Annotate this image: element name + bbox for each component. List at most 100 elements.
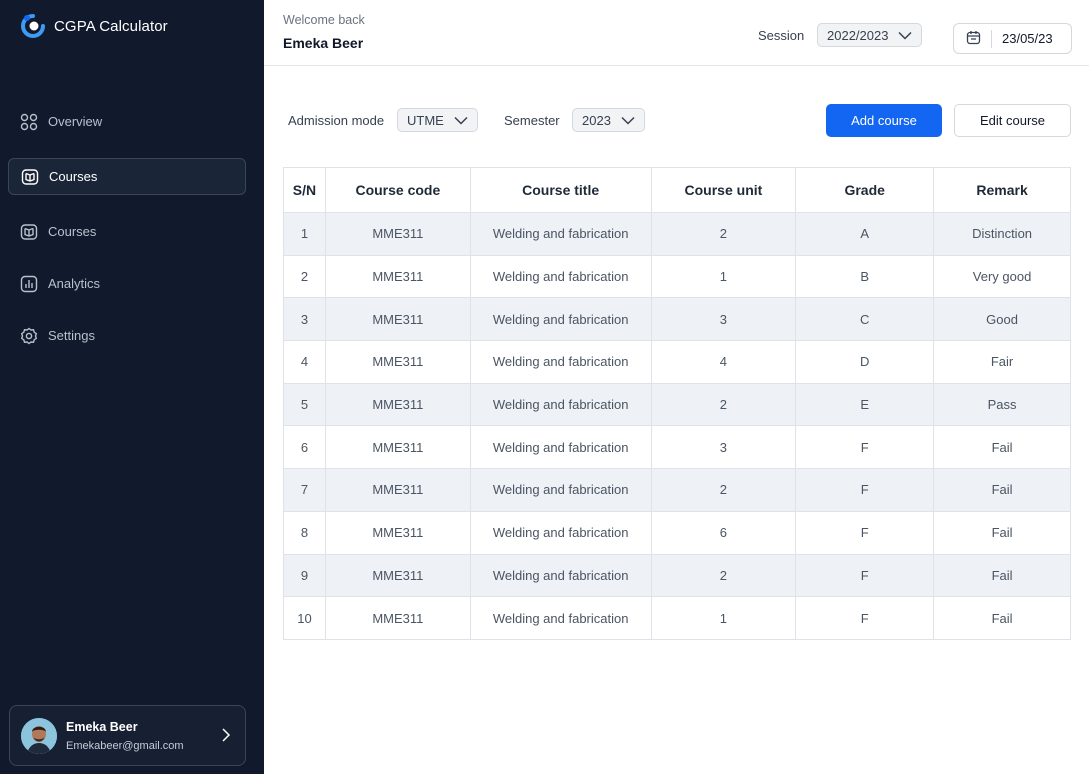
- sidebar-item-label: Courses: [49, 169, 98, 184]
- cell-remark: Very good: [933, 254, 1071, 299]
- cell-course-title: Welding and fabrication: [469, 297, 652, 342]
- cell-sn: 7: [283, 468, 326, 512]
- cell-course-unit: 2: [650, 212, 797, 256]
- table-row[interactable]: 3 MME311 Welding and fabrication 3 C Good: [283, 297, 1071, 342]
- sidebar-item-label: Settings: [48, 328, 95, 343]
- cell-course-title: Welding and fabrication: [469, 553, 652, 598]
- date-value: 23/05/23: [1002, 31, 1053, 46]
- cell-course-unit: 6: [650, 510, 797, 555]
- cell-course-code: MME311: [324, 425, 471, 470]
- cell-course-unit: 1: [650, 254, 797, 299]
- sidebar-item-courses[interactable]: Courses: [8, 213, 246, 250]
- cell-remark: Fail: [933, 425, 1071, 470]
- session-select[interactable]: 2022/2023: [817, 23, 923, 47]
- gear-icon: [20, 327, 38, 345]
- cell-sn: 6: [283, 425, 326, 470]
- user-email: Emekabeer@gmail.com: [66, 739, 184, 752]
- cell-grade: E: [795, 382, 935, 427]
- avatar: [21, 717, 57, 754]
- cell-grade: A: [795, 212, 935, 256]
- table-row[interactable]: 9 MME311 Welding and fabrication 2 F Fail: [283, 553, 1071, 598]
- table-row[interactable]: 5 MME311 Welding and fabrication 2 E Pass: [283, 382, 1071, 427]
- date-picker[interactable]: 23/05/23: [953, 23, 1072, 54]
- semester-value: 2023: [582, 112, 611, 128]
- chevron-down-icon: [454, 113, 468, 128]
- courses-table: S/N Course code Course title Course unit…: [283, 167, 1071, 640]
- chevron-down-icon: [898, 28, 912, 43]
- cell-grade: F: [795, 468, 935, 512]
- session-value: 2022/2023: [827, 27, 889, 43]
- cell-sn: 2: [283, 254, 326, 299]
- cell-course-title: Welding and fabrication: [469, 254, 652, 299]
- cell-course-unit: 3: [650, 297, 797, 342]
- cell-grade: F: [795, 553, 935, 598]
- cell-course-code: MME311: [324, 254, 471, 299]
- add-course-button[interactable]: Add course: [826, 104, 942, 137]
- edit-course-button[interactable]: Edit course: [954, 104, 1071, 137]
- calendar-icon: [966, 30, 981, 48]
- chevron-down-icon: [621, 113, 635, 128]
- cell-sn: 4: [283, 340, 326, 384]
- admission-mode-select[interactable]: UTME: [397, 108, 478, 132]
- sidebar: CGPA Calculator Overview Courses Courses: [0, 0, 264, 774]
- cell-remark: Fair: [933, 340, 1071, 384]
- cell-course-code: MME311: [324, 553, 471, 598]
- session-label: Session: [758, 28, 805, 43]
- cell-remark: Fail: [933, 553, 1071, 598]
- semester-select[interactable]: 2023: [572, 108, 645, 132]
- table-row[interactable]: 1 MME311 Welding and fabrication 2 A Distinct…: [283, 212, 1071, 256]
- cell-course-code: MME311: [324, 596, 471, 640]
- cell-course-title: Welding and fabrication: [469, 340, 652, 384]
- cell-course-unit: 2: [650, 553, 797, 598]
- table-row[interactable]: 4 MME311 Welding and fabrication 4 D Fair: [283, 340, 1071, 384]
- cell-course-code: MME311: [324, 382, 471, 427]
- column-header: Course code: [324, 167, 471, 213]
- cell-course-title: Welding and fabrication: [469, 468, 652, 512]
- cell-grade: C: [795, 297, 935, 342]
- cell-sn: 10: [283, 596, 326, 640]
- column-header: Course title: [469, 167, 652, 213]
- app-logo[interactable]: CGPA Calculator: [20, 13, 168, 39]
- table-row[interactable]: 7 MME311 Welding and fabrication 2 F Fail: [283, 468, 1071, 512]
- cell-course-title: Welding and fabrication: [469, 425, 652, 470]
- cell-sn: 3: [283, 297, 326, 342]
- cell-course-unit: 1: [650, 596, 797, 640]
- cell-grade: D: [795, 340, 935, 384]
- cell-sn: 9: [283, 553, 326, 598]
- column-header: Grade: [795, 167, 935, 213]
- cell-remark: Fail: [933, 510, 1071, 555]
- table-row[interactable]: 2 MME311 Welding and fabrication 1 B Very goo…: [283, 254, 1071, 299]
- app-title: CGPA Calculator: [54, 17, 168, 35]
- semester-label: Semester: [504, 113, 560, 128]
- cell-course-title: Welding and fabrication: [469, 510, 652, 555]
- column-header: Remark: [933, 167, 1071, 213]
- table-row[interactable]: 6 MME311 Welding and fabrication 3 F Fail: [283, 425, 1071, 470]
- cell-remark: Fail: [933, 596, 1071, 640]
- book-icon: [21, 168, 39, 186]
- sidebar-item-analytics[interactable]: Analytics: [8, 265, 246, 302]
- sidebar-item-label: Courses: [48, 224, 97, 239]
- table-row[interactable]: 8 MME311 Welding and fabrication 6 F Fail: [283, 510, 1071, 555]
- cell-course-code: MME311: [324, 468, 471, 512]
- cell-sn: 8: [283, 510, 326, 555]
- cell-remark: Fail: [933, 468, 1071, 512]
- welcome-text: Welcome back: [283, 13, 365, 27]
- cell-course-unit: 2: [650, 382, 797, 427]
- cell-course-code: MME311: [324, 212, 471, 256]
- cell-sn: 1: [283, 212, 326, 256]
- cell-course-title: Welding and fabrication: [469, 596, 652, 640]
- logo-icon: [20, 13, 46, 39]
- cell-course-unit: 3: [650, 425, 797, 470]
- book-icon: [20, 223, 38, 241]
- top-header: Welcome back Emeka Beer Session 2022/202…: [264, 0, 1089, 66]
- sidebar-item-settings[interactable]: Settings: [8, 317, 246, 354]
- sidebar-item-overview[interactable]: Overview: [8, 103, 246, 140]
- sidebar-item-courses-active[interactable]: Courses: [8, 158, 246, 195]
- user-profile-card[interactable]: Emeka Beer Emekabeer@gmail.com: [9, 705, 246, 766]
- chart-icon: [20, 275, 38, 293]
- table-body: 1 MME311 Welding and fabrication 2 A Distinct…: [283, 212, 1071, 640]
- chevron-right-icon: [221, 727, 231, 748]
- cell-remark: Pass: [933, 382, 1071, 427]
- table-row[interactable]: 10 MME311 Welding and fabrication 1 F Fail: [283, 596, 1071, 640]
- cell-grade: B: [795, 254, 935, 299]
